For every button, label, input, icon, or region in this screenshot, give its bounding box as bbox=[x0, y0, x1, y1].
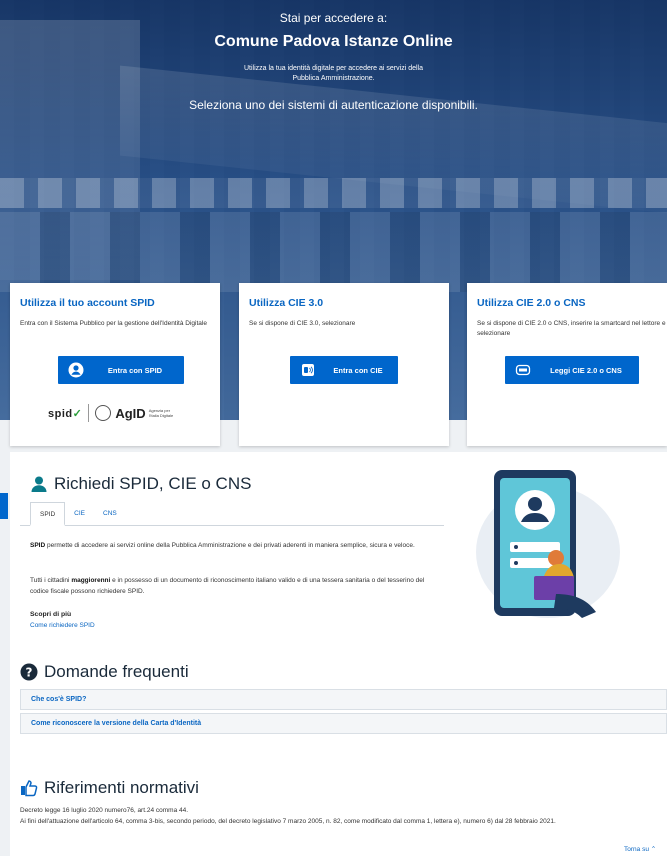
back-to-top-link[interactable]: Torna su ⌃ bbox=[624, 845, 656, 853]
card-spid-text: Entra con il Sistema Pubblico per la ges… bbox=[20, 320, 207, 327]
request-tabs: SPID CIE CNS bbox=[20, 502, 444, 526]
read-cns-label: Leggi CIE 2.0 o CNS bbox=[550, 365, 622, 375]
faq-item-what-is-spid[interactable]: Che cos'è SPID? bbox=[20, 689, 667, 710]
faq-item-cie-version[interactable]: Come riconoscere la versione della Carta… bbox=[20, 713, 667, 734]
card-spid-title: Utilizza il tuo account SPID bbox=[20, 297, 155, 309]
agid-subtitle: Agenzia per l'Italia Digitale bbox=[148, 408, 174, 418]
request-title-text: Richiedi SPID, CIE o CNS bbox=[54, 474, 252, 493]
faq-section-title: ? Domande frequenti bbox=[20, 662, 189, 682]
smartcard-reader-icon bbox=[513, 362, 533, 378]
hero-choose: Seleziona uno dei sistemi di autenticazi… bbox=[189, 98, 478, 112]
hero-lead: Stai per accedere a: bbox=[279, 11, 388, 25]
card-cns-title: Utilizza CIE 2.0 o CNS bbox=[477, 297, 586, 309]
card-cie3-title: Utilizza CIE 3.0 bbox=[249, 297, 324, 309]
user-icon bbox=[30, 475, 48, 493]
card-cie3: Utilizza CIE 3.0 Se si dispone di CIE 3.… bbox=[239, 283, 449, 446]
question-circle-icon: ? bbox=[20, 663, 38, 681]
enter-spid-label: Entra con SPID bbox=[107, 365, 163, 375]
phone-user-illustration bbox=[476, 470, 620, 618]
chevron-up-icon: ⌃ bbox=[650, 846, 657, 853]
user-circle-icon bbox=[66, 362, 86, 378]
logo-divider bbox=[88, 404, 90, 422]
app-name: Comune Padova Istanze Online bbox=[214, 33, 453, 50]
learn-more-title: Scopri di più bbox=[30, 611, 72, 618]
agid-logo: AgID bbox=[115, 405, 146, 421]
request-section-title: Richiedi SPID, CIE o CNS bbox=[30, 474, 251, 494]
hero-info: Utilizza la tua identità digitale per ac… bbox=[244, 65, 423, 82]
spid-description: SPID permette di accedere ai servizi onl… bbox=[30, 542, 415, 549]
card-cns: Utilizza CIE 2.0 o CNS Se si dispone di … bbox=[467, 283, 667, 446]
cie-card-icon bbox=[298, 362, 318, 378]
faq-title-text: Domande frequenti bbox=[44, 662, 189, 681]
section-accent-bar bbox=[0, 493, 8, 519]
spid-logo: spid✓ bbox=[48, 407, 83, 420]
law-title-text: Riferimenti normativi bbox=[44, 778, 199, 797]
spid-agid-logos: spid✓ AgID Agenzia per l'Italia Digitale bbox=[48, 401, 198, 425]
tab-cns[interactable]: CNS bbox=[94, 502, 126, 526]
spid-eligibility: Tutti i cittadini maggiorenni e in posse… bbox=[30, 577, 425, 595]
hero-building-frieze bbox=[0, 178, 667, 208]
read-cns-button[interactable]: Leggi CIE 2.0 o CNS bbox=[505, 356, 639, 384]
svg-text:?: ? bbox=[26, 666, 33, 680]
law-section-title: Riferimenti normativi bbox=[20, 778, 199, 798]
law-reference-2: Ai fini dell'attuazione dell'articolo 64… bbox=[20, 818, 556, 825]
card-spid: Utilizza il tuo account SPID Entra con i… bbox=[10, 283, 220, 446]
card-cns-text: Se si dispone di CIE 2.0 o CNS, inserire… bbox=[477, 320, 666, 337]
law-reference-1: Decreto legge 16 luglio 2020 numero76, a… bbox=[20, 807, 189, 814]
enter-cie-button[interactable]: Entra con CIE bbox=[290, 356, 398, 384]
hero-building-columns bbox=[0, 212, 667, 292]
tab-spid[interactable]: SPID bbox=[30, 502, 66, 526]
pointing-hand-icon bbox=[20, 779, 38, 797]
card-cie3-text: Se si dispone di CIE 3.0, selezionare bbox=[249, 320, 356, 327]
how-to-request-spid-link[interactable]: Come richiedere SPID bbox=[30, 622, 95, 629]
enter-spid-button[interactable]: Entra con SPID bbox=[58, 356, 184, 384]
enter-cie-label: Entra con CIE bbox=[333, 365, 383, 375]
tab-cie[interactable]: CIE bbox=[65, 502, 94, 526]
republic-emblem-icon bbox=[95, 405, 112, 421]
